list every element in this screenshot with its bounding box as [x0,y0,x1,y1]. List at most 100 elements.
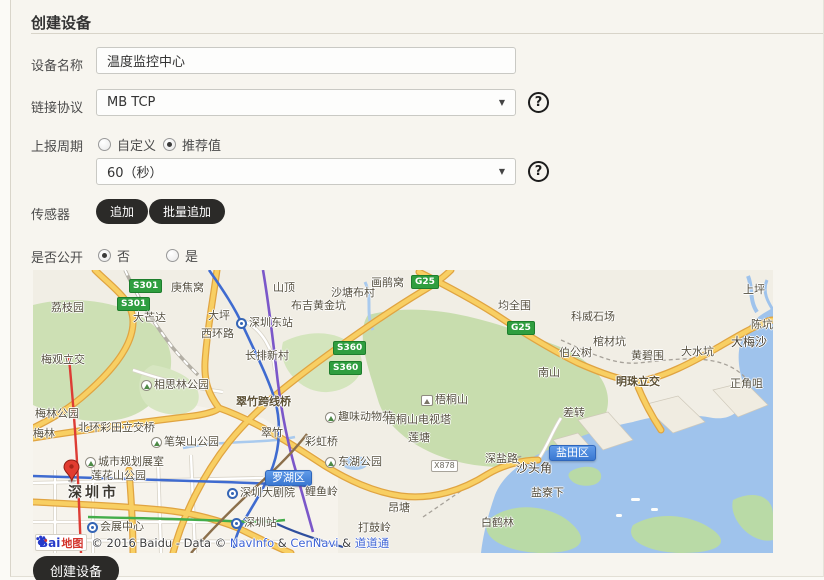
map-label: 大坪 [208,310,230,322]
report-period-radio-custom[interactable]: 自定义 [98,135,156,154]
map-label: 翠竹跨线桥 [236,396,291,408]
map-label: 均全围 [498,300,531,312]
map-label: 大水坑 [681,346,714,358]
report-period-select-value: 60（秒） [107,162,163,181]
navinfo-link[interactable]: NavInfo [230,536,274,550]
map-label: 梅林公园 [35,408,79,420]
baidu-map-word: 地图 [61,535,83,551]
map-label: 昂塘 [388,502,410,514]
baidu-paw-icon [35,534,48,547]
device-name-input[interactable] [96,47,516,74]
protocol-select-value: MB TCP [107,95,155,110]
map-label: 西环路 [201,328,234,340]
sensor-append-button[interactable]: 追加 [96,199,148,224]
map-label: 正角咀 [730,378,763,390]
map-label: 上坪 [743,284,765,296]
map-label: 相思林公园 [141,379,209,391]
chevron-down-icon: ▼ [499,98,505,107]
map-label: 沙塘布村 [331,287,375,299]
map-label: 梧桐山 [421,394,468,406]
map-label: 深圳站 [231,517,277,529]
radio-label: 是 [185,246,198,265]
map-label: 白鹤林 [481,517,514,529]
metro-icon [87,522,98,533]
map-label: 趣味动物苑 [325,411,393,423]
metro-icon [236,318,247,329]
map-label: 南山 [538,367,560,379]
baidu-logo: Bai 地图 [35,534,87,551]
public-radio-yes[interactable]: 是 [166,246,198,265]
chevron-down-icon: ▼ [499,167,505,176]
park-icon [325,457,336,468]
map-label: 鲤鱼岭 [305,486,338,498]
map-label: 梧桐山电视塔 [385,414,451,426]
map-label: 打鼓岭 [358,522,391,534]
map-label: 笔架山公园 [151,436,219,448]
baidu-map[interactable]: 荔枝园S301S301庚焦窝大芒达梅观立交大坪深圳东站长排新村山顶布吉黄金坑沙塘… [33,270,773,553]
map-label: 画鹃窝 [371,277,404,289]
radio-circle-icon [98,138,111,151]
map-label: 深圳大剧院 [227,487,295,499]
report-period-help-icon[interactable]: ? [528,161,549,182]
park-icon [85,457,96,468]
map-label: 山顶 [273,282,295,294]
sensor-batch-append-button[interactable]: 批量追加 [149,199,225,224]
report-period-select[interactable]: 60（秒） ▼ [96,158,516,185]
map-label: 陈坑 [751,319,773,331]
protocol-label: 链接协议 [31,97,83,116]
public-label: 是否公开 [31,247,83,266]
park-icon [151,437,162,448]
map-label: 庚焦窝 [171,282,204,294]
protocol-help-icon[interactable]: ? [528,92,549,113]
radio-circle-icon [163,138,176,151]
map-label: 会展中心 [87,521,144,533]
map-label: 梅观立交 [41,354,85,366]
map-label: 科威石场 [571,311,615,323]
map-label: 城市规划展室 [85,456,164,468]
radio-label: 自定义 [117,135,156,154]
map-label: 北环彩田立交桥 [78,422,155,434]
radio-circle-icon [166,249,179,262]
map-label: 长排新村 [245,350,289,362]
map-label: G25 [411,275,439,289]
map-label: 莲塘 [408,432,430,444]
sensor-label: 传感器 [31,204,70,223]
amp-text: & [278,536,287,550]
radio-circle-icon [98,249,111,262]
metro-icon [227,488,238,499]
mount-icon [421,395,433,406]
map-label: G25 [507,321,535,335]
map-label: 深盐路 [485,453,518,465]
map-label: 罗湖区 [265,470,312,486]
report-period-radio-recommended[interactable]: 推荐值 [163,135,221,154]
radio-label: 否 [117,246,130,265]
map-label: S301 [117,297,150,311]
device-name-label: 设备名称 [31,55,83,74]
map-label: 荔枝园 [51,302,84,314]
protocol-select[interactable]: MB TCP ▼ [96,89,516,116]
map-label: 彩虹桥 [305,436,338,448]
radio-label: 推荐值 [182,135,221,154]
daodaotong-link[interactable]: 道道通 [355,536,390,550]
copyright-text: © 2016 Baidu - Data © NavInfo & CenNavi … [91,535,389,551]
map-label: 东湖公园 [325,456,382,468]
map-label: S360 [333,341,366,355]
map-label: S360 [329,361,362,375]
park-icon [325,412,336,423]
map-label: X878 [431,460,458,472]
map-label: S301 [129,279,162,293]
map-label: 明珠立交 [616,376,660,388]
cennavi-link[interactable]: CenNavi [290,536,338,550]
create-device-button[interactable]: 创建设备 [33,556,119,580]
park-icon [141,380,152,391]
map-label: 伯公树 [559,347,592,359]
map-label: 棺材坑 [593,336,626,348]
copyright-prefix: © 2016 Baidu - Data © [91,536,230,550]
public-radio-no[interactable]: 否 [98,246,130,265]
map-label: 差转 [563,407,585,419]
map-label: 盐寮下 [531,487,564,499]
map-attribution: Bai 地图 © 2016 Baidu - Data © NavInfo & C… [35,534,389,551]
map-label: 翠竹 [261,427,283,439]
map-label: 盐田区 [549,445,596,461]
map-marker-pin[interactable] [63,459,80,483]
